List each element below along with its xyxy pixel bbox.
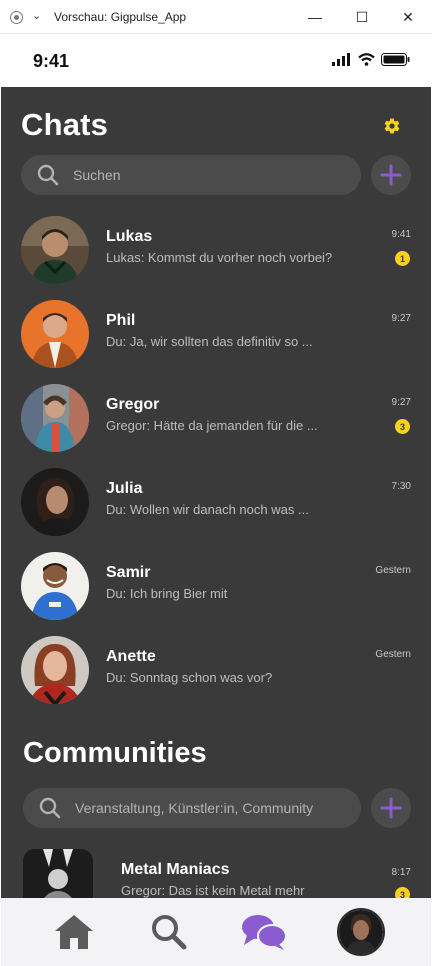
- chat-item-julia[interactable]: Julia Du: Wollen wir danach noch was ...…: [1, 468, 431, 552]
- chat-name: Samir: [106, 564, 151, 581]
- wifi-icon: [358, 53, 375, 66]
- window-titlebar: ⌄ Vorschau: Gigpulse_App — ☐ ✕: [0, 0, 432, 34]
- chats-search-placeholder: Suchen: [73, 167, 121, 183]
- plus-icon: [380, 797, 402, 819]
- chat-name: Gregor: [106, 396, 160, 413]
- minimize-button[interactable]: —: [302, 6, 328, 28]
- chat-bubbles-icon: [242, 915, 287, 950]
- app-screen: Chats Suchen Lukas Lukas: Kommst du vorh…: [1, 87, 431, 898]
- status-icons: [332, 53, 410, 66]
- unread-badge: 1: [395, 251, 410, 266]
- avatar: [21, 636, 89, 704]
- chat-preview: Du: Ich bring Bier mit: [106, 586, 228, 601]
- chat-time: Gestern: [375, 649, 411, 660]
- communities-title: Communities: [23, 737, 207, 769]
- chat-name: Phil: [106, 312, 136, 329]
- chat-time: Gestern: [375, 565, 411, 576]
- unread-badge: 3: [395, 887, 410, 898]
- avatar: [21, 552, 89, 620]
- chat-preview: Lukas: Kommst du vorher noch vorbei?: [106, 250, 333, 265]
- chat-time: 9:27: [391, 397, 411, 408]
- community-time: 8:17: [391, 867, 411, 878]
- chat-preview: Du: Sonntag schon was vor?: [106, 670, 273, 685]
- bottom-nav: [1, 898, 431, 966]
- window-title: Vorschau: Gigpulse_App: [54, 10, 187, 24]
- chats-title: Chats: [21, 107, 109, 142]
- community-item-metal-maniacs[interactable]: Metal Maniacs Gregor: Das ist kein Metal…: [1, 849, 431, 898]
- nav-home[interactable]: [50, 908, 98, 956]
- chat-preview: Du: Wollen wir danach noch was ...: [106, 502, 309, 517]
- avatar: [21, 384, 89, 452]
- nav-chats[interactable]: [240, 908, 288, 956]
- unread-badge: 3: [395, 419, 410, 434]
- battery-icon: [381, 53, 410, 66]
- settings-gear-icon[interactable]: [383, 117, 401, 135]
- plus-icon: [380, 164, 402, 186]
- app-record-icon: [10, 11, 23, 24]
- nav-profile-avatar[interactable]: [337, 908, 385, 956]
- chat-name: Lukas: [106, 228, 153, 245]
- chat-name: Anette: [106, 648, 156, 665]
- status-bar: 9:41: [0, 35, 432, 87]
- chat-name: Julia: [106, 480, 143, 497]
- community-preview: Gregor: Das ist kein Metal mehr: [121, 883, 305, 898]
- window-menu-chevron-icon[interactable]: ⌄: [32, 9, 41, 22]
- communities-search-placeholder: Veranstaltung, Künstler:in, Community: [75, 800, 314, 816]
- chat-item-phil[interactable]: Phil Du: Ja, wir sollten das definitiv s…: [1, 300, 431, 384]
- close-button[interactable]: ✕: [395, 6, 421, 28]
- maximize-button[interactable]: ☐: [349, 6, 375, 28]
- chat-preview: Du: Ja, wir sollten das definitiv so ...: [106, 334, 313, 349]
- search-icon: [152, 915, 187, 950]
- chats-search-input[interactable]: Suchen: [21, 155, 361, 195]
- chat-item-gregor[interactable]: Gregor Gregor: Hätte da jemanden für die…: [1, 384, 431, 468]
- chat-time: 9:41: [391, 229, 411, 240]
- avatar: [21, 468, 89, 536]
- community-name: Metal Maniacs: [121, 861, 230, 878]
- home-icon: [55, 915, 93, 949]
- search-icon: [37, 164, 59, 186]
- nav-search[interactable]: [145, 908, 193, 956]
- search-icon: [39, 797, 61, 819]
- cellular-signal-icon: [332, 53, 350, 66]
- avatar: [21, 300, 89, 368]
- chat-item-anette[interactable]: Anette Du: Sonntag schon was vor? Gester…: [1, 636, 431, 720]
- new-chat-button[interactable]: [371, 155, 411, 195]
- chat-preview: Gregor: Hätte da jemanden für die ...: [106, 418, 318, 433]
- chat-time: 7:30: [391, 481, 411, 492]
- chat-time: 9:27: [391, 313, 411, 324]
- chat-item-lukas[interactable]: Lukas Lukas: Kommst du vorher noch vorbe…: [1, 216, 431, 300]
- chat-item-samir[interactable]: Samir Du: Ich bring Bier mit Gestern: [1, 552, 431, 636]
- new-community-button[interactable]: [371, 788, 411, 828]
- communities-search-input[interactable]: Veranstaltung, Künstler:in, Community: [23, 788, 361, 828]
- avatar: [21, 216, 89, 284]
- status-time: 9:41: [33, 51, 70, 71]
